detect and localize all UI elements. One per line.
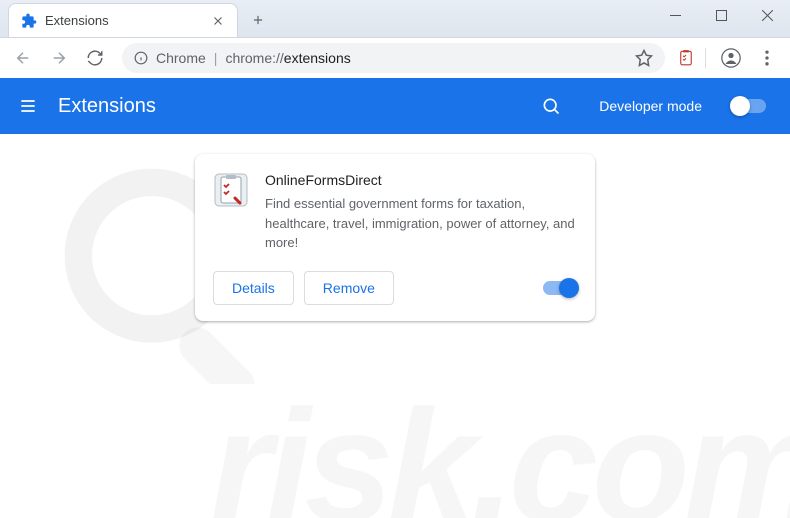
browser-toolbar: Chrome | chrome://extensions <box>0 38 790 78</box>
browser-tab[interactable]: Extensions <box>8 3 238 37</box>
extension-name: OnlineFormsDirect <box>265 172 577 188</box>
window-close-button[interactable] <box>744 0 790 30</box>
address-bar[interactable]: Chrome | chrome://extensions <box>122 43 665 73</box>
nav-back-button[interactable] <box>8 43 38 73</box>
window-maximize-button[interactable] <box>698 0 744 30</box>
nav-forward-button[interactable] <box>44 43 74 73</box>
extension-icon <box>213 172 249 208</box>
watermark-text: risk.com <box>210 374 790 518</box>
address-separator: | <box>214 50 218 66</box>
chrome-menu-button[interactable] <box>752 43 782 73</box>
toolbar-divider <box>705 48 706 68</box>
profile-avatar-icon[interactable] <box>716 43 746 73</box>
hamburger-menu-button[interactable] <box>16 94 40 118</box>
details-button[interactable]: Details <box>213 271 294 305</box>
toggle-knob <box>559 278 579 298</box>
address-url: chrome://extensions <box>225 50 350 66</box>
search-button[interactable] <box>539 94 563 118</box>
new-tab-button[interactable] <box>244 6 272 34</box>
window-minimize-button[interactable] <box>652 0 698 30</box>
info-icon <box>134 51 148 65</box>
developer-mode-label: Developer mode <box>599 98 702 114</box>
tab-title: Extensions <box>45 13 203 28</box>
extension-badge-icon[interactable] <box>677 49 695 67</box>
address-origin: Chrome <box>156 50 206 66</box>
extensions-appbar: Extensions Developer mode <box>0 78 790 134</box>
extension-enable-toggle[interactable] <box>543 281 577 295</box>
toggle-knob <box>730 96 750 116</box>
window-titlebar: Extensions <box>0 0 790 38</box>
nav-reload-button[interactable] <box>80 43 110 73</box>
extension-card: OnlineFormsDirect Find essential governm… <box>195 154 595 321</box>
tab-close-icon[interactable] <box>211 14 225 28</box>
remove-button[interactable]: Remove <box>304 271 394 305</box>
window-controls <box>652 0 790 30</box>
extension-description: Find essential government forms for taxa… <box>265 194 577 253</box>
extensions-favicon-icon <box>21 13 37 29</box>
bookmark-star-icon[interactable] <box>635 49 653 67</box>
page-title: Extensions <box>58 95 521 118</box>
developer-mode-toggle[interactable] <box>732 99 766 113</box>
content-area: risk.com OnlineFormsDirect Find essentia… <box>0 134 790 518</box>
